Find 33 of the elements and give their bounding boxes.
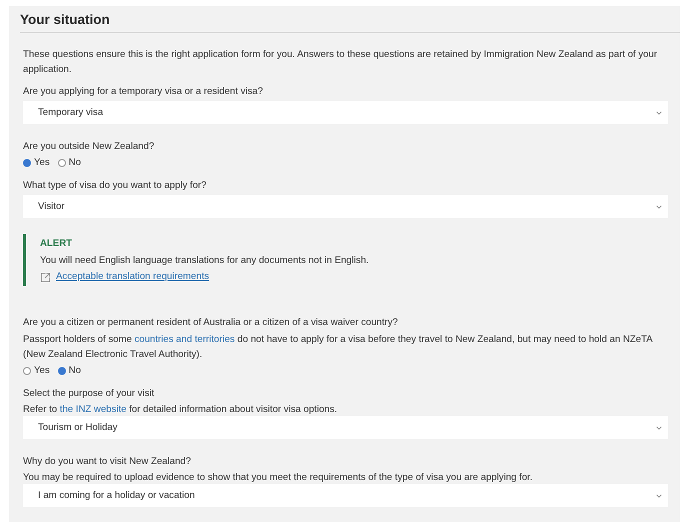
select-field[interactable]: Tourism or Holiday — [23, 416, 668, 439]
help-text: Passport holders of some countries and territories do not have to apply for a visa before they travel to New Zealand, but may need to hold an NZeTA (New Zealand Electronic Travel Authority). — [23, 333, 654, 362]
chevron-down-icon — [656, 204, 662, 208]
question-label: Select the purpose of your visit — [23, 387, 156, 401]
radio-option[interactable]: Yes — [23, 364, 50, 377]
link[interactable]: the INZ website — [60, 404, 126, 415]
radio-button[interactable] — [23, 366, 31, 374]
select-field[interactable]: Temporary visa — [23, 101, 668, 124]
radio-option[interactable]: No — [58, 156, 81, 169]
alert-title: ALERT — [40, 237, 73, 251]
help-text: Refer to the INZ website for detailed information about visitor visa options. — [23, 403, 338, 416]
link[interactable]: Acceptable translation requirements — [56, 270, 210, 284]
question-label: Why do you want to visit New Zealand? — [23, 455, 192, 469]
question-label: Are you applying for a temporary visa or a resident visa? — [23, 85, 264, 99]
select-field[interactable]: Visitor — [23, 195, 668, 218]
question-label: What type of visa do you want to apply for? — [23, 179, 208, 193]
alert-text: You will need English language translations for any documents not in English. — [40, 254, 370, 268]
select-field[interactable]: I am coming for a holiday or vacation — [23, 484, 668, 507]
link[interactable]: countries and territories — [134, 334, 235, 345]
radio-button[interactable] — [58, 158, 66, 166]
intro-text: These questions ensure this is the right application form for you. Answers to these questions are retained by Immigration New Zealand as part of your application. — [23, 48, 658, 77]
radio-option[interactable]: Yes — [23, 156, 50, 169]
section-title: Your situation — [19, 11, 111, 29]
radio-button[interactable] — [58, 366, 66, 374]
chevron-down-icon — [656, 426, 662, 430]
external-link-icon — [40, 272, 51, 282]
help-text: You may be required to upload evidence to show that you meet the requirements of the type of visa you are applying for. — [23, 471, 534, 484]
radio-button[interactable] — [23, 158, 31, 166]
chevron-down-icon — [656, 110, 662, 114]
chevron-down-icon — [656, 494, 662, 498]
question-label: Are you outside New Zealand? — [23, 140, 156, 154]
question-label: Are you a citizen or permanent resident of Australia or a citizen of a visa waiver country? — [23, 316, 399, 330]
radio-option[interactable]: No — [58, 364, 81, 377]
